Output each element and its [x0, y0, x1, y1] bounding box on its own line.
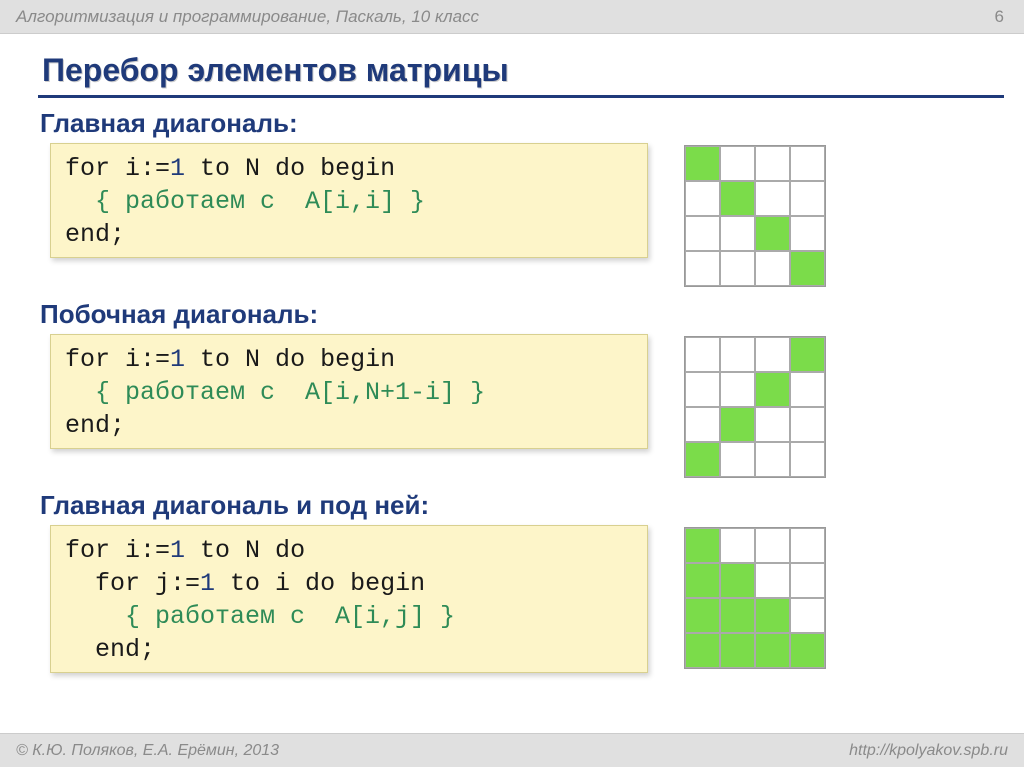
- matrix-cell: [755, 181, 790, 216]
- code-line: for i:=1 to N do begin: [65, 343, 633, 376]
- slide-title: Перебор элементов матрицы: [0, 34, 1024, 95]
- matrix-cell: [790, 442, 825, 477]
- code-block: for i:=1 to N do begin { работаем с A[i,…: [50, 334, 648, 449]
- matrix-cell: [685, 633, 720, 668]
- code-text: to N do begin: [185, 345, 395, 374]
- matrix-cell: [790, 563, 825, 598]
- matrix-cell: [720, 528, 755, 563]
- code-text: to N do begin: [185, 154, 395, 183]
- code-comment: { работаем с A[i,j] }: [65, 600, 633, 633]
- matrix-cell: [755, 146, 790, 181]
- code-comment: { работаем с A[i,N+1-i] }: [65, 376, 633, 409]
- code-line: end;: [65, 218, 633, 251]
- matrix-cell: [685, 598, 720, 633]
- code-line: for j:=1 to i do begin: [65, 567, 633, 600]
- footer-copyright: © К.Ю. Поляков, Е.А. Ерёмин, 2013: [16, 742, 279, 760]
- matrix-cell: [755, 633, 790, 668]
- matrix-cell: [720, 598, 755, 633]
- matrix-cell: [755, 598, 790, 633]
- matrix-cell: [755, 563, 790, 598]
- section-anti-diagonal: Побочная диагональ: for i:=1 to N do beg…: [40, 299, 984, 478]
- section-main-diagonal: Главная диагональ: for i:=1 to N do begi…: [40, 108, 984, 287]
- matrix-cell: [685, 372, 720, 407]
- matrix-cell: [755, 528, 790, 563]
- matrix-cell: [790, 633, 825, 668]
- matrix-cell: [755, 407, 790, 442]
- matrix-cell: [790, 181, 825, 216]
- section-lower-triangle: Главная диагональ и под ней: for i:=1 to…: [40, 490, 984, 673]
- code-block: for i:=1 to N do for j:=1 to i do begin …: [50, 525, 648, 673]
- matrix-cell: [685, 181, 720, 216]
- code-line: for i:=1 to N do begin: [65, 152, 633, 185]
- code-line: for i:=1 to N do: [65, 534, 633, 567]
- code-text: for i:=: [65, 345, 170, 374]
- matrix-cell: [720, 372, 755, 407]
- matrix-cell: [720, 442, 755, 477]
- title-underline: [38, 95, 1004, 98]
- matrix-cell: [790, 407, 825, 442]
- code-number: 1: [200, 569, 215, 598]
- matrix-cell: [685, 337, 720, 372]
- section-label: Побочная диагональ:: [40, 299, 984, 330]
- matrix-cell: [720, 251, 755, 286]
- matrix-cell: [790, 372, 825, 407]
- footer-url: http://kpolyakov.spb.ru: [849, 742, 1008, 760]
- code-comment: { работаем с A[i,i] }: [65, 185, 633, 218]
- matrix-cell: [790, 251, 825, 286]
- matrix-cell: [790, 216, 825, 251]
- matrix-cell: [685, 528, 720, 563]
- matrix-cell: [720, 181, 755, 216]
- matrix-cell: [755, 216, 790, 251]
- matrix-cell: [790, 337, 825, 372]
- code-text: to N do: [185, 536, 305, 565]
- matrix-cell: [685, 251, 720, 286]
- matrix-cell: [720, 633, 755, 668]
- code-line: end;: [65, 409, 633, 442]
- code-number: 1: [170, 154, 185, 183]
- matrix-cell: [720, 337, 755, 372]
- matrix-cell: [720, 563, 755, 598]
- code-line: end;: [65, 633, 633, 666]
- matrix-cell: [720, 146, 755, 181]
- content: Главная диагональ: for i:=1 to N do begi…: [0, 108, 1024, 673]
- matrix-cell: [755, 372, 790, 407]
- code-text: for i:=: [65, 154, 170, 183]
- matrix-anti-diagonal: [684, 336, 826, 478]
- matrix-cell: [790, 598, 825, 633]
- section-label: Главная диагональ и под ней:: [40, 490, 984, 521]
- matrix-cell: [685, 146, 720, 181]
- code-number: 1: [170, 536, 185, 565]
- matrix-cell: [790, 146, 825, 181]
- section-row: for i:=1 to N do for j:=1 to i do begin …: [40, 525, 984, 673]
- code-text: for j:=: [65, 569, 200, 598]
- section-row: for i:=1 to N do begin { работаем с A[i,…: [40, 143, 984, 287]
- matrix-cell: [755, 442, 790, 477]
- section-label: Главная диагональ:: [40, 108, 984, 139]
- matrix-cell: [685, 442, 720, 477]
- code-number: 1: [170, 345, 185, 374]
- section-row: for i:=1 to N do begin { работаем с A[i,…: [40, 334, 984, 478]
- matrix-cell: [720, 216, 755, 251]
- matrix-cell: [755, 337, 790, 372]
- matrix-main-diagonal: [684, 145, 826, 287]
- matrix-cell: [790, 528, 825, 563]
- page-number: 6: [995, 7, 1004, 27]
- matrix-cell: [685, 563, 720, 598]
- code-text: for i:=: [65, 536, 170, 565]
- matrix-cell: [685, 216, 720, 251]
- footer-bar: © К.Ю. Поляков, Е.А. Ерёмин, 2013 http:/…: [0, 733, 1024, 767]
- code-block: for i:=1 to N do begin { работаем с A[i,…: [50, 143, 648, 258]
- header-bar: Алгоритмизация и программирование, Паска…: [0, 0, 1024, 34]
- header-subject: Алгоритмизация и программирование, Паска…: [16, 7, 479, 27]
- matrix-lower-triangle: [684, 527, 826, 669]
- matrix-cell: [685, 407, 720, 442]
- matrix-cell: [720, 407, 755, 442]
- code-text: to i do begin: [215, 569, 425, 598]
- matrix-cell: [755, 251, 790, 286]
